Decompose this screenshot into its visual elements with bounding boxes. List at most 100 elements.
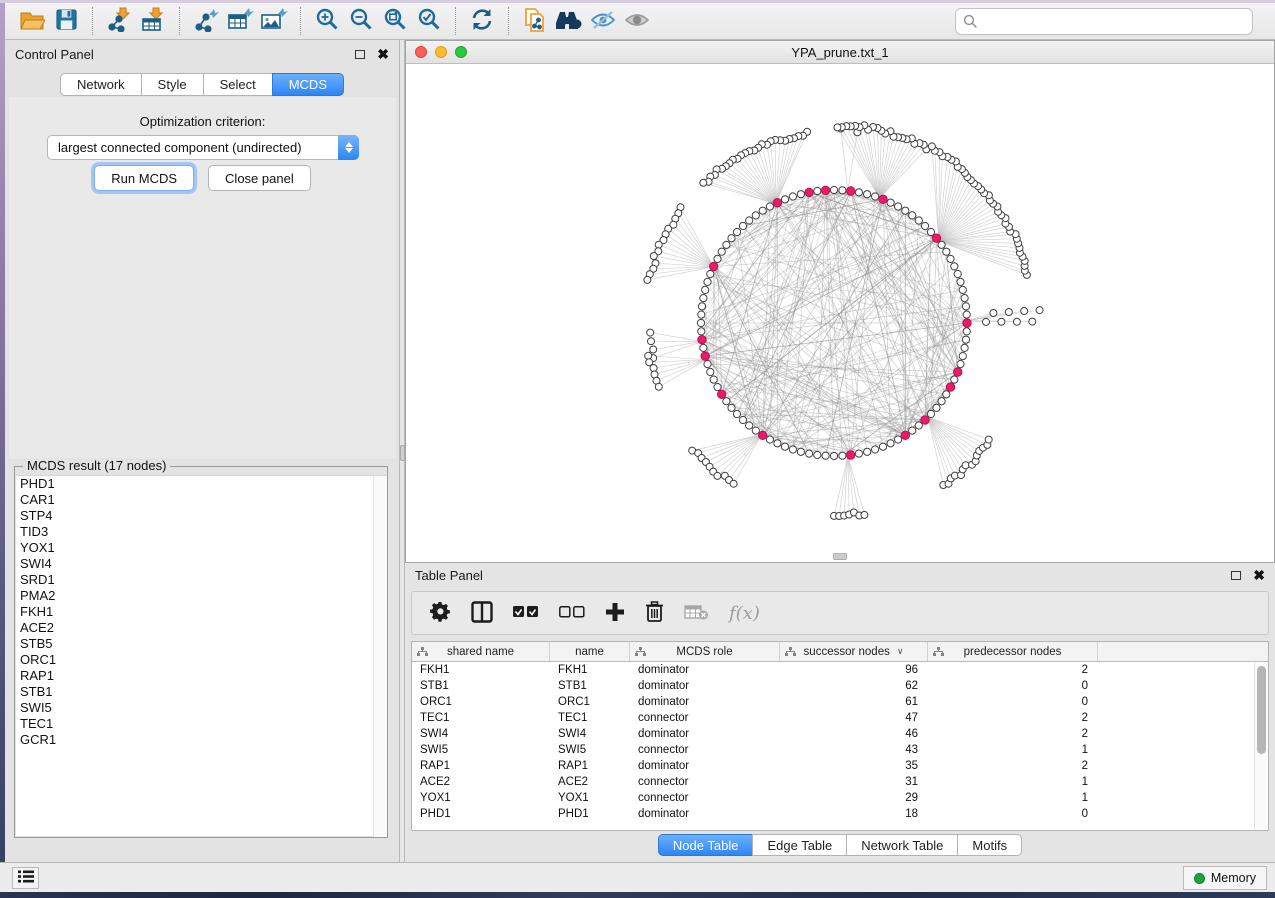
toggle-column-pane-button[interactable] xyxy=(471,601,493,626)
mcds-result-item[interactable]: SRD1 xyxy=(16,572,386,588)
table-row[interactable]: PHD1PHD1dominator180 xyxy=(412,806,1268,822)
table-panel: Table Panel ✖ f(x) shared namenameMCDS r… xyxy=(405,563,1275,862)
function-builder-button[interactable]: f(x) xyxy=(729,603,760,624)
mcds-result-item[interactable]: GCR1 xyxy=(16,732,386,748)
tab-mcds[interactable]: MCDS xyxy=(272,73,344,96)
table-row[interactable]: SWI4SWI4dominator462 xyxy=(412,726,1268,742)
select-all-columns-button[interactable] xyxy=(513,606,539,621)
table-scrollbar[interactable] xyxy=(1254,663,1267,829)
tab-select[interactable]: Select xyxy=(203,73,273,96)
fx-function-icon: f(x) xyxy=(729,603,760,624)
table-settings-button[interactable] xyxy=(430,601,451,625)
export-image-button[interactable] xyxy=(257,6,291,36)
table-row[interactable]: SWI5SWI5connector431 xyxy=(412,742,1268,758)
table-row[interactable]: ORC1ORC1dominator610 xyxy=(412,694,1268,710)
table-row[interactable]: YOX1YOX1connector291 xyxy=(412,790,1268,806)
network-canvas[interactable] xyxy=(406,65,1274,562)
export-network-button[interactable] xyxy=(189,6,223,36)
table-row[interactable]: FKH1FKH1dominator962 xyxy=(412,662,1268,678)
clone-network-button[interactable] xyxy=(518,6,552,36)
table-row[interactable]: RAP1RAP1dominator352 xyxy=(412,758,1268,774)
save-session-button[interactable] xyxy=(49,6,83,36)
table-row[interactable]: STB1STB1dominator620 xyxy=(412,678,1268,694)
mcds-result-item[interactable]: PHD1 xyxy=(16,476,386,492)
unselect-all-columns-button[interactable] xyxy=(559,606,585,621)
refresh-button[interactable] xyxy=(465,6,499,36)
table-row[interactable]: ACE2ACE2connector311 xyxy=(412,774,1268,790)
table-cell: dominator xyxy=(630,680,780,692)
tab-network[interactable]: Network xyxy=(60,73,142,96)
table-cell: 62 xyxy=(780,680,928,692)
export-image-icon xyxy=(260,7,288,35)
import-table-button[interactable] xyxy=(136,6,170,36)
table-cell: connector xyxy=(630,744,780,756)
tab-motifs[interactable]: Motifs xyxy=(957,834,1022,856)
search-input[interactable] xyxy=(955,8,1253,35)
column-header-name[interactable]: name xyxy=(550,642,630,661)
show-all-eye-icon xyxy=(623,9,651,34)
control-panel: Control Panel ✖ NetworkStyleSelectMCDS O… xyxy=(5,40,400,862)
float-table-panel-icon[interactable] xyxy=(1231,571,1241,580)
column-header-shared-name[interactable]: shared name xyxy=(412,642,550,661)
show-all-button[interactable] xyxy=(620,6,654,36)
table-cell: 61 xyxy=(780,696,928,708)
mcds-result-item[interactable]: SWI5 xyxy=(16,700,386,716)
mcds-result-item[interactable]: ACE2 xyxy=(16,620,386,636)
trash-icon xyxy=(645,601,664,625)
mcds-result-item[interactable]: STP4 xyxy=(16,508,386,524)
tab-style[interactable]: Style xyxy=(141,73,204,96)
toolbar-divider xyxy=(179,7,180,35)
delete-table-button[interactable] xyxy=(684,604,709,623)
hide-selected-button[interactable] xyxy=(586,6,620,36)
window-zoom-icon[interactable] xyxy=(455,46,467,58)
sort-indicator-icon: ∨ xyxy=(897,646,904,657)
table-cell: STB1 xyxy=(550,680,630,692)
column-header-successor-nodes[interactable]: successor nodes∨ xyxy=(780,642,928,661)
table-cell: RAP1 xyxy=(550,760,630,772)
tab-edge-table[interactable]: Edge Table xyxy=(752,834,847,856)
mcds-result-item[interactable]: ORC1 xyxy=(16,652,386,668)
first-neighbors-button[interactable] xyxy=(552,6,586,36)
float-panel-icon[interactable] xyxy=(355,50,365,59)
mcds-result-item[interactable]: YOX1 xyxy=(16,540,386,556)
close-table-panel-icon[interactable]: ✖ xyxy=(1253,568,1265,582)
mcds-result-item[interactable]: STB1 xyxy=(16,684,386,700)
tab-network-table[interactable]: Network Table xyxy=(846,834,958,856)
mcds-list-scrollbar[interactable] xyxy=(373,476,387,837)
tab-node-table[interactable]: Node Table xyxy=(658,834,754,856)
zoom-selected-button[interactable] xyxy=(412,6,446,36)
column-header-predecessor-nodes[interactable]: predecessor nodes xyxy=(928,642,1098,661)
close-panel-icon[interactable]: ✖ xyxy=(377,47,389,61)
mcds-result-item[interactable]: PMA2 xyxy=(16,588,386,604)
window-minimize-icon[interactable] xyxy=(435,46,447,58)
table-cell: 1 xyxy=(928,744,1098,756)
import-network-icon xyxy=(106,7,132,35)
zoom-in-button[interactable] xyxy=(310,6,344,36)
table-scrollbar-thumb[interactable] xyxy=(1257,666,1266,754)
run-mcds-button[interactable]: Run MCDS xyxy=(94,165,194,191)
import-network-button[interactable] xyxy=(102,6,136,36)
table-row[interactable]: TEC1TEC1connector472 xyxy=(412,710,1268,726)
optimization-select[interactable]: largest connected component (undirected) xyxy=(47,135,359,160)
delete-column-button[interactable] xyxy=(645,601,664,625)
close-panel-button[interactable]: Close panel xyxy=(208,165,311,191)
mcds-result-item[interactable]: SWI4 xyxy=(16,556,386,572)
column-header-MCDS-role[interactable]: MCDS role xyxy=(630,642,780,661)
create-column-button[interactable] xyxy=(605,602,625,625)
memory-button[interactable]: Memory xyxy=(1183,866,1267,890)
horizontal-splitter-handle[interactable] xyxy=(833,553,847,560)
mcds-result-item[interactable]: RAP1 xyxy=(16,668,386,684)
mcds-result-item[interactable]: TID3 xyxy=(16,524,386,540)
mcds-result-item[interactable]: TEC1 xyxy=(16,716,386,732)
mcds-result-list[interactable]: PHD1CAR1STP4TID3YOX1SWI4SRD1PMA2FKH1ACE2… xyxy=(16,475,386,836)
window-close-icon[interactable] xyxy=(415,46,427,58)
network-graph xyxy=(406,65,1274,562)
mcds-result-item[interactable]: STB5 xyxy=(16,636,386,652)
task-history-button[interactable] xyxy=(12,867,39,889)
zoom-fit-button[interactable] xyxy=(378,6,412,36)
mcds-result-item[interactable]: FKH1 xyxy=(16,604,386,620)
mcds-result-item[interactable]: CAR1 xyxy=(16,492,386,508)
export-table-button[interactable] xyxy=(223,6,257,36)
open-file-button[interactable] xyxy=(15,6,49,36)
zoom-out-button[interactable] xyxy=(344,6,378,36)
